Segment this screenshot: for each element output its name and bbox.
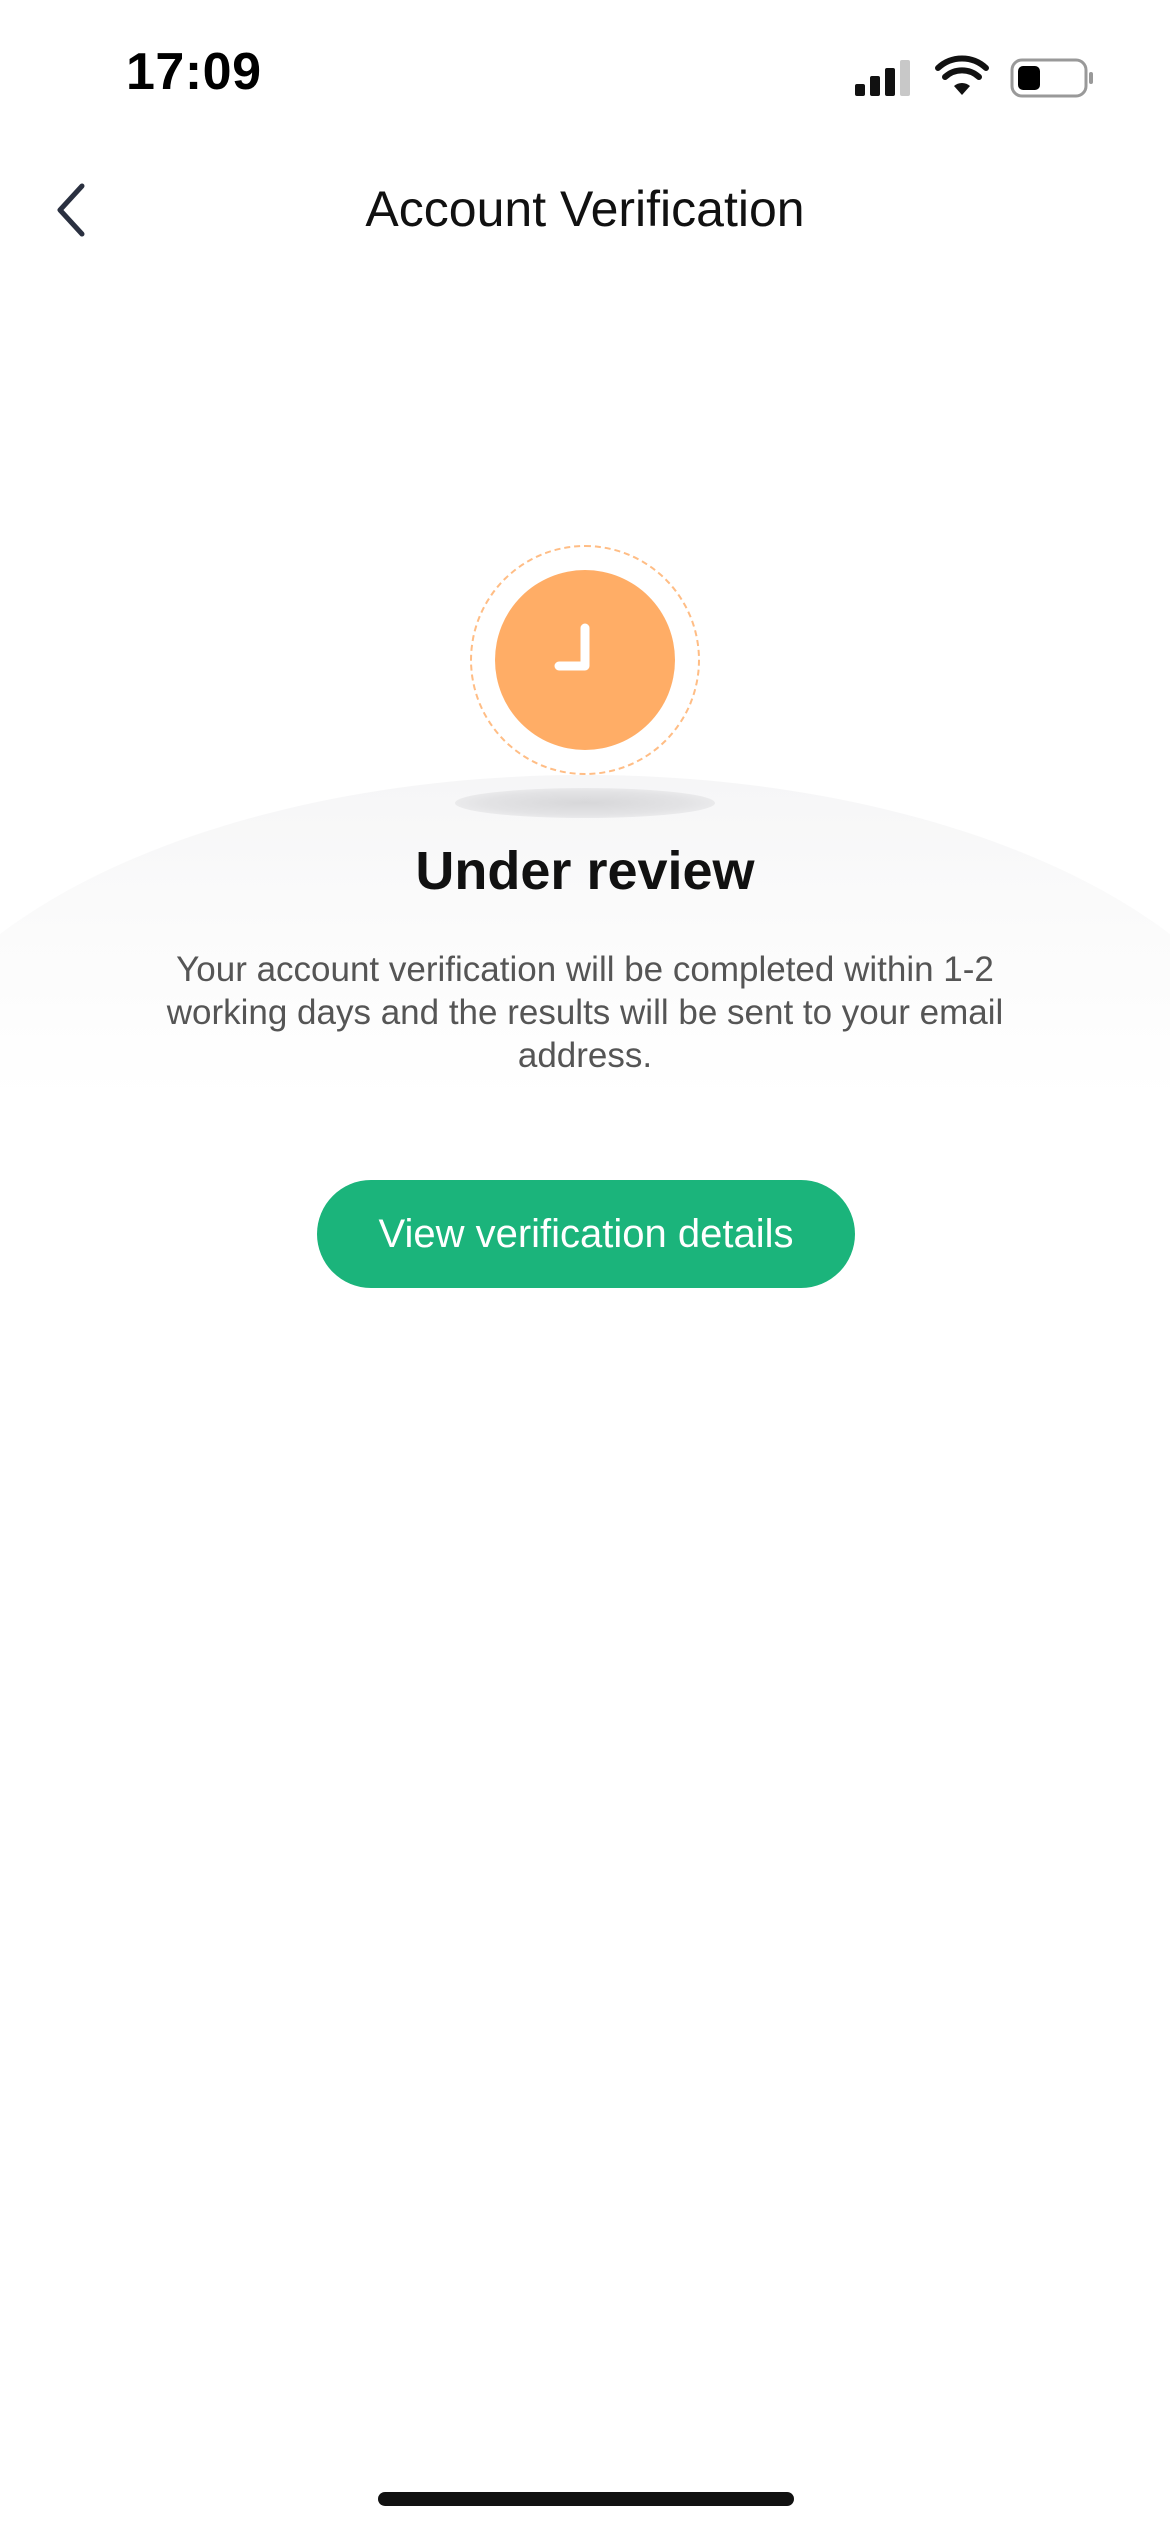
status-bar: 17:09 — [0, 0, 1170, 150]
nav-bar: Account Verification — [0, 150, 1170, 270]
home-indicator[interactable] — [378, 2492, 794, 2506]
battery-icon — [1010, 58, 1093, 98]
review-status-description: Your account verification will be comple… — [166, 950, 1004, 1075]
wifi-icon — [935, 55, 989, 95]
cellular-signal-icon — [855, 60, 910, 96]
view-verification-details-button[interactable]: View verification details — [317, 1180, 855, 1288]
clock-shadow — [455, 788, 715, 818]
clock-icon — [554, 623, 590, 671]
review-status-title: Under review — [415, 841, 755, 901]
page-title: Account Verification — [365, 181, 805, 237]
status-time: 17:09 — [126, 43, 262, 101]
clock-illustration — [470, 545, 700, 775]
screen: 17:09 Account Verification Under review … — [0, 0, 1170, 2532]
